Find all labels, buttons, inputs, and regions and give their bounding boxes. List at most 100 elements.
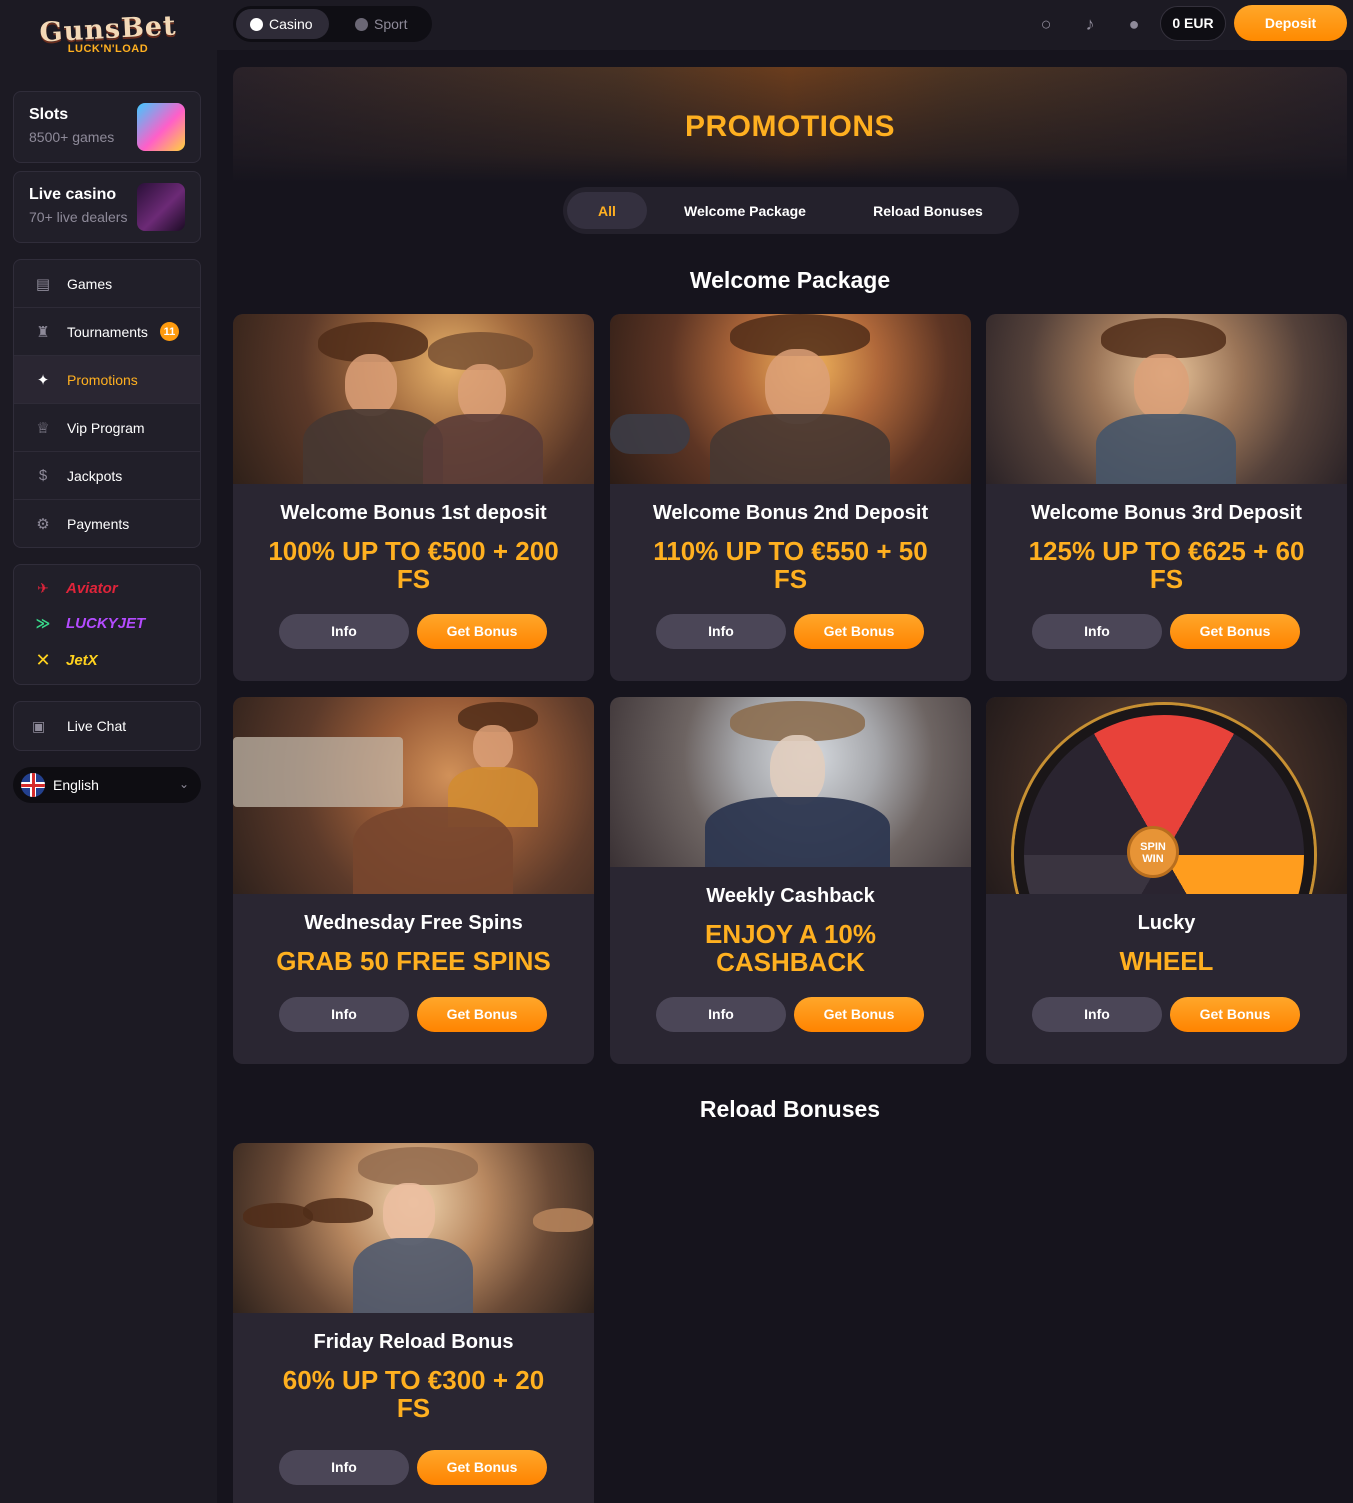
- brand-logo[interactable]: GunsBet LUCK'N'LOAD: [38, 10, 178, 66]
- info-button[interactable]: Info: [1032, 997, 1162, 1032]
- payments-icon: ⚙: [36, 516, 50, 533]
- promo-title: Welcome Bonus 2nd Deposit: [652, 502, 929, 524]
- promo-card: Welcome Bonus 3rd Deposit 125% UP TO €62…: [986, 314, 1347, 681]
- info-button[interactable]: Info: [279, 614, 409, 649]
- get-bonus-button[interactable]: Get Bonus: [417, 997, 547, 1032]
- sidebar-item-label: Promotions: [67, 371, 138, 388]
- balance-display[interactable]: 0 EUR: [1160, 6, 1226, 41]
- promo-card: SPIN WIN Lucky WHEEL Info Get Bonus: [986, 697, 1347, 1064]
- deposit-button[interactable]: Deposit: [1234, 5, 1347, 41]
- get-bonus-button[interactable]: Get Bonus: [794, 997, 924, 1032]
- x-icon: ✕: [35, 650, 51, 670]
- games-icon: ▤: [35, 275, 51, 293]
- sport-ball-icon: [355, 17, 368, 31]
- promo-title: Weekly Cashback: [706, 885, 875, 907]
- crash-games-panel: ✈ Aviator ≫ LUCKYJET ✕ JetX: [13, 564, 201, 685]
- tab-all[interactable]: All: [567, 192, 647, 229]
- slots-title: Slots: [29, 106, 69, 123]
- casino-chip-icon: [250, 17, 263, 31]
- tab-welcome-package[interactable]: Welcome Package: [663, 192, 827, 229]
- megaphone-icon: ✦: [36, 371, 50, 389]
- promo-value: ENJOY A 10% CASHBACK: [704, 919, 876, 977]
- slots-card[interactable]: Slots 8500+ games: [13, 91, 201, 163]
- sidebar-item-tournaments[interactable]: ♜ Tournaments 11: [14, 308, 200, 356]
- chat-icon: ▣: [32, 717, 46, 734]
- promo-value: 100% UP TO €500 + 200 FS: [268, 536, 559, 594]
- info-button[interactable]: Info: [1032, 614, 1162, 649]
- promo-value: 60% UP TO €300 + 20 FS: [282, 1365, 545, 1423]
- promo-image: [610, 314, 971, 484]
- info-button[interactable]: Info: [656, 614, 786, 649]
- plane-icon: ✈: [37, 580, 49, 596]
- jackpot-icon: $: [38, 467, 48, 484]
- slots-subtitle: 8500+ games: [29, 129, 115, 145]
- promo-value: GRAB 50 FREE SPINS: [276, 946, 551, 976]
- sidebar-item-label: Tournaments: [67, 323, 148, 340]
- live-chat-button[interactable]: ▣ Live Chat: [13, 701, 201, 751]
- crash-game-luckyjet[interactable]: ≫ LUCKYJET: [32, 615, 146, 632]
- live-chat-label: Live Chat: [67, 718, 127, 734]
- promo-image: [610, 697, 971, 867]
- section-title-reload: Reload Bonuses: [699, 1096, 881, 1122]
- crash-game-label: Aviator: [66, 580, 118, 597]
- spin-win-center: SPIN WIN: [1127, 826, 1179, 878]
- promo-image: [986, 314, 1347, 484]
- crash-game-aviator[interactable]: ✈ Aviator: [32, 580, 118, 597]
- vip-icon: ♕: [36, 419, 50, 437]
- trophy-icon: ♜: [36, 323, 50, 341]
- language-label: English: [53, 777, 99, 793]
- tournaments-count-badge: 11: [159, 322, 179, 341]
- mode-label: Sport: [374, 16, 408, 32]
- bell-icon[interactable]: ♪: [1078, 12, 1102, 36]
- tab-reload-bonuses[interactable]: Reload Bonuses: [853, 192, 1003, 229]
- promo-title: Wednesday Free Spins: [304, 912, 523, 934]
- language-selector[interactable]: English ⌄: [13, 767, 201, 803]
- get-bonus-button[interactable]: Get Bonus: [417, 614, 547, 649]
- sidebar-menu: ▤ Games ♜ Tournaments 11 ✦ Promotions ♕ …: [13, 259, 201, 548]
- crash-game-jetx[interactable]: ✕ JetX: [32, 650, 98, 671]
- promo-title: Lucky: [1137, 912, 1196, 934]
- promo-value: WHEEL: [1119, 946, 1214, 976]
- chevron-down-icon: ⌄: [178, 777, 189, 791]
- mode-switch: Casino Sport: [233, 6, 432, 42]
- live-casino-title: Live casino: [29, 186, 117, 203]
- crash-game-label: LUCKYJET: [66, 615, 146, 632]
- sidebar-item-payments[interactable]: ⚙ Payments: [14, 500, 200, 547]
- promo-value: 125% UP TO €625 + 60 FS: [1028, 536, 1305, 594]
- promo-image: [233, 1143, 594, 1313]
- live-casino-card[interactable]: Live casino 70+ live dealers: [13, 171, 201, 243]
- slots-thumbnail: [137, 103, 185, 151]
- sidebar-item-label: Vip Program: [67, 419, 145, 436]
- get-bonus-button[interactable]: Get Bonus: [1170, 614, 1300, 649]
- sidebar-item-games[interactable]: ▤ Games: [14, 260, 200, 308]
- crash-game-label: JetX: [66, 652, 98, 669]
- sidebar-item-jackpots[interactable]: $ Jackpots: [14, 452, 200, 500]
- live-casino-thumbnail: [137, 183, 185, 231]
- sidebar-item-label: Payments: [67, 516, 130, 532]
- sidebar-item-vip[interactable]: ♕ Vip Program: [14, 404, 200, 452]
- get-bonus-button[interactable]: Get Bonus: [417, 1450, 547, 1485]
- info-button[interactable]: Info: [656, 997, 786, 1032]
- promo-image: SPIN WIN: [986, 697, 1347, 894]
- uk-flag-icon: [21, 773, 45, 797]
- sidebar-item-label: Jackpots: [67, 467, 123, 484]
- sidebar-item-promotions[interactable]: ✦ Promotions: [14, 356, 200, 404]
- user-icon[interactable]: ●: [1122, 12, 1146, 36]
- promo-value: 110% UP TO €550 + 50 FS: [653, 536, 928, 594]
- get-bonus-button[interactable]: Get Bonus: [794, 614, 924, 649]
- jet-icon: ≫: [35, 615, 51, 631]
- promo-card: Welcome Bonus 1st deposit 100% UP TO €50…: [233, 314, 594, 681]
- promo-card: Welcome Bonus 2nd Deposit 110% UP TO €55…: [610, 314, 971, 681]
- mode-casino[interactable]: Casino: [236, 9, 329, 39]
- mode-label: Casino: [269, 16, 313, 32]
- search-icon[interactable]: ○: [1034, 12, 1058, 36]
- info-button[interactable]: Info: [279, 1450, 409, 1485]
- promo-card: Friday Reload Bonus 60% UP TO €300 + 20 …: [233, 1143, 594, 1503]
- mode-sport[interactable]: Sport: [341, 9, 429, 39]
- promo-image: [233, 697, 594, 894]
- get-bonus-button[interactable]: Get Bonus: [1170, 997, 1300, 1032]
- section-title-welcome: Welcome Package: [689, 267, 891, 293]
- info-button[interactable]: Info: [279, 997, 409, 1032]
- promo-image: [233, 314, 594, 484]
- topbar: Casino Sport ○ ♪ ● 0 EUR Deposit: [217, 0, 1353, 50]
